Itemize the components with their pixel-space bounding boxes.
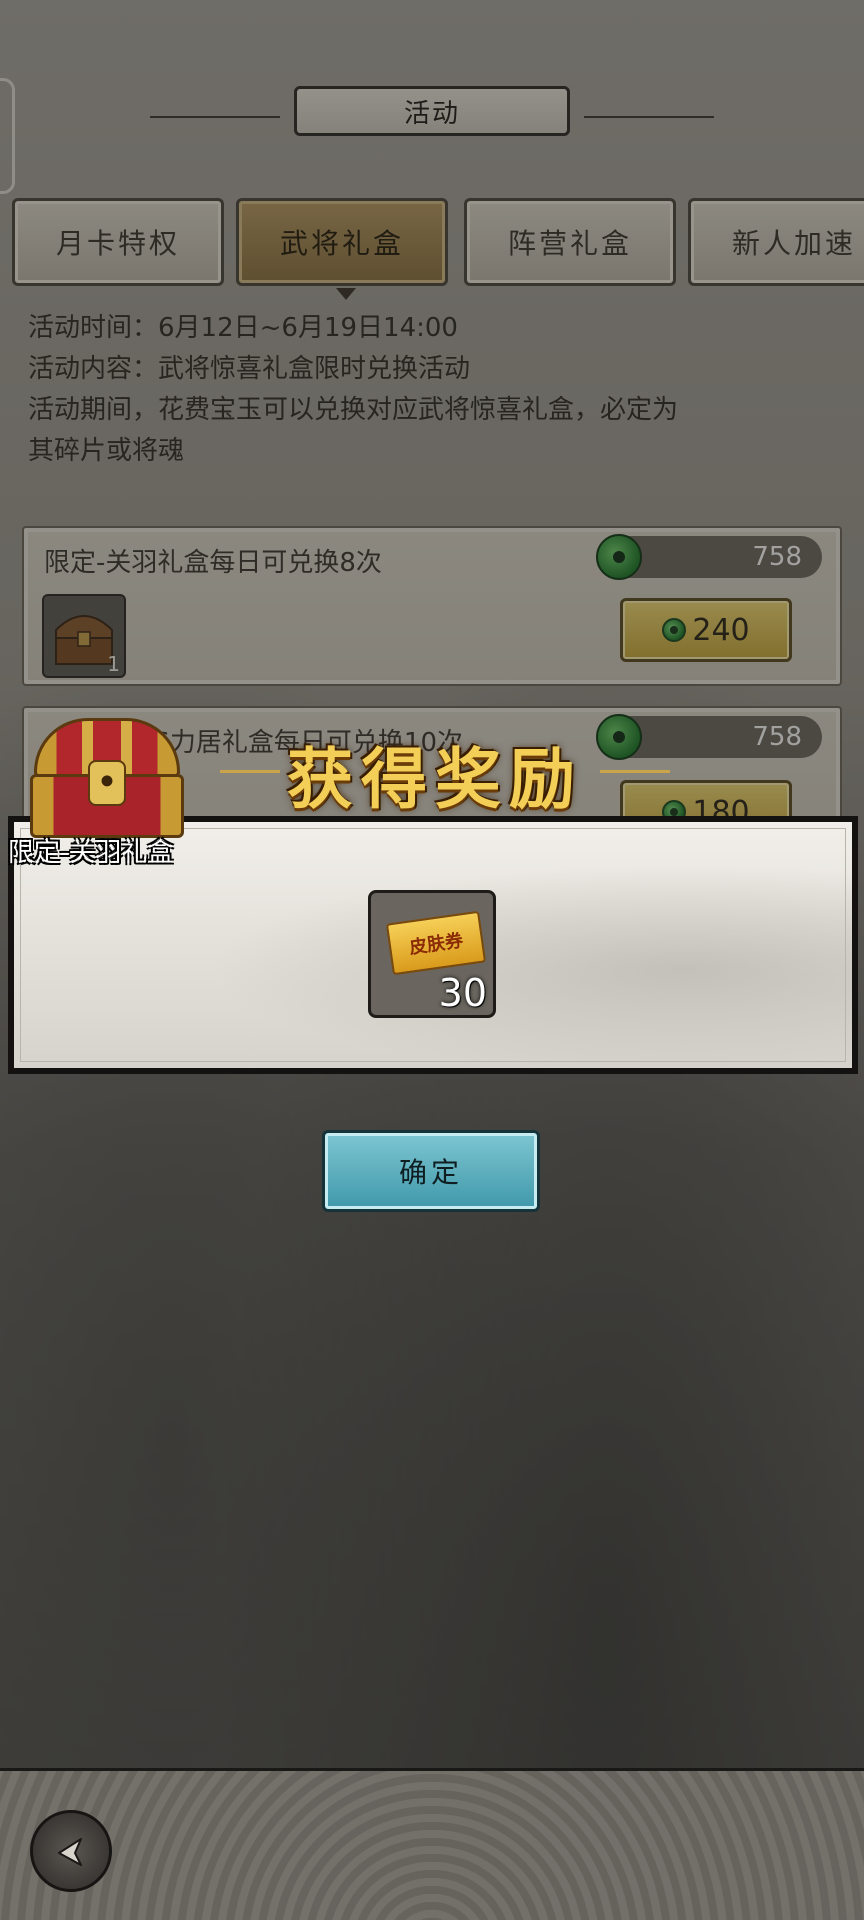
reward-item-slot[interactable]: 皮肤券 30 <box>368 890 496 1018</box>
confirm-button[interactable]: 确定 <box>322 1130 540 1212</box>
footer-wave-pattern <box>0 1771 864 1920</box>
reward-banner: 获得奖励 <box>287 740 583 818</box>
back-button[interactable] <box>30 1810 112 1892</box>
activity-page: 活动 月卡特权 武将礼盒 阵营礼盒 新人加速 活动时间：6月12日~6月19日1… <box>0 0 864 1920</box>
chest-lock <box>88 760 126 806</box>
treasure-chest-icon <box>28 718 186 840</box>
reward-source-label: 限定-关羽礼盒 <box>8 838 174 868</box>
reward-item-count: 30 <box>438 971 487 1015</box>
back-arrow-icon <box>58 1838 82 1866</box>
skin-ticket-icon: 皮肤券 <box>385 910 487 976</box>
ticket-label: 皮肤券 <box>408 930 465 959</box>
